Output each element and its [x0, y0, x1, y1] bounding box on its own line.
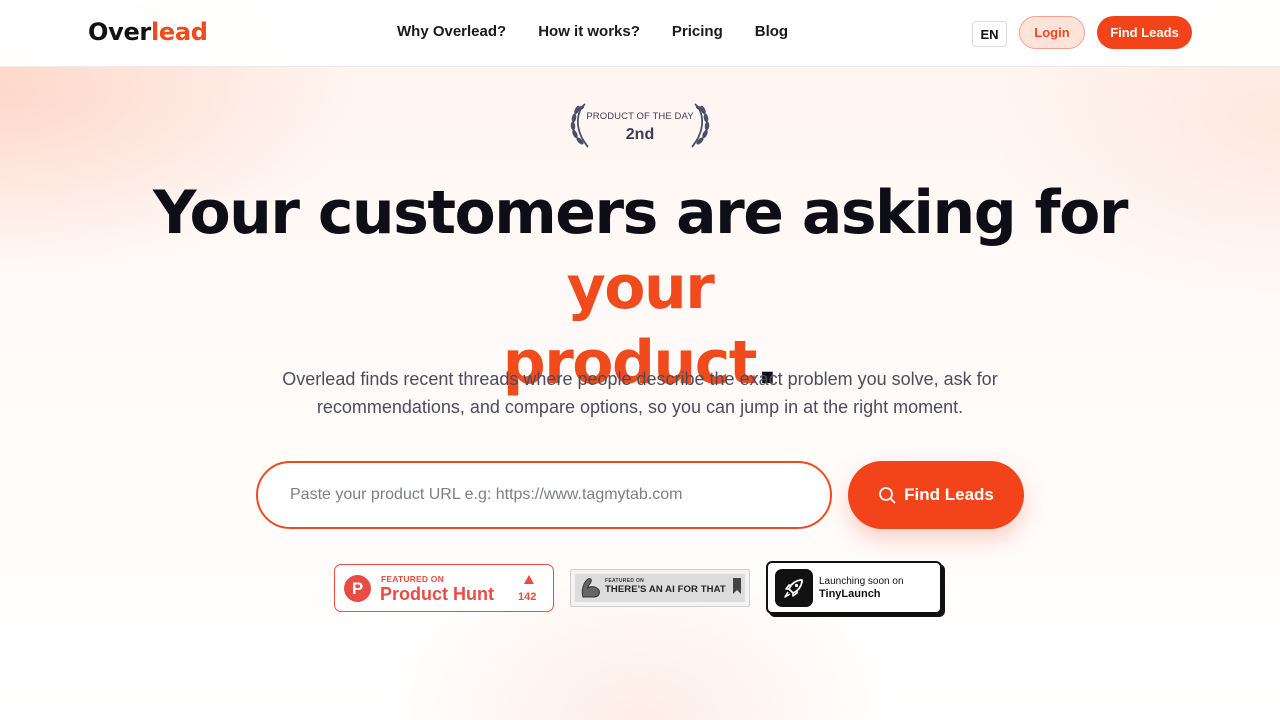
nav-link-how-it-works[interactable]: How it works?: [538, 23, 640, 40]
language-selector[interactable]: EN: [972, 21, 1007, 47]
aift-name: THERE'S AN AI FOR THAT: [605, 584, 726, 595]
header-find-leads-button[interactable]: Find Leads: [1097, 16, 1192, 49]
logo-text-lead: lead: [150, 18, 208, 46]
bicep-icon: [581, 578, 600, 598]
producthunt-badge[interactable]: P FEATURED ON Product Hunt 142: [334, 564, 554, 612]
login-button[interactable]: Login: [1019, 16, 1085, 49]
product-of-the-day-award: PRODUCT OF THE DAY 2nd: [568, 100, 712, 152]
nav-link-pricing[interactable]: Pricing: [672, 23, 723, 40]
nav-link-why-overlead[interactable]: Why Overlead?: [397, 23, 506, 40]
producthunt-upvote-count: 142: [518, 591, 537, 603]
search-icon: [879, 487, 896, 504]
nav-link-blog[interactable]: Blog: [755, 23, 788, 40]
find-leads-button-label: Find Leads: [904, 485, 994, 504]
logo[interactable]: Overlead: [88, 18, 208, 46]
bookmark-icon: [733, 578, 741, 594]
tinylaunch-eyebrow: Launching soon on: [819, 576, 904, 587]
tinylaunch-logo: [775, 569, 813, 607]
tinylaunch-badge[interactable]: Launching soon on TinyLaunch: [766, 561, 942, 614]
upvote-triangle-icon: [524, 575, 534, 584]
hero-text-highlight-your: your: [566, 253, 715, 323]
tinylaunch-name: TinyLaunch: [819, 588, 881, 600]
top-navbar: Overlead Why Overlead? How it works? Pri…: [0, 0, 1280, 67]
theres-an-ai-for-that-badge[interactable]: FEATURED ON THERE'S AN AI FOR THAT: [570, 569, 750, 607]
product-url-search-box: [256, 461, 832, 529]
hero-text-plain: Your customers are asking for: [153, 178, 1128, 248]
logo-text-over: Over: [88, 18, 151, 46]
hero-description: Overlead finds recent threads where peop…: [282, 369, 998, 417]
producthunt-name: Product Hunt: [380, 584, 494, 604]
product-url-input[interactable]: [290, 486, 830, 504]
producthunt-logo-icon: P: [344, 575, 371, 602]
rocket-icon: [784, 579, 803, 598]
producthunt-eyebrow: FEATURED ON: [381, 574, 444, 584]
find-leads-button[interactable]: Find Leads: [848, 461, 1024, 529]
award-rank: 2nd: [625, 126, 655, 143]
award-label: PRODUCT OF THE DAY: [586, 111, 694, 122]
main-nav: Why Overlead? How it works? Pricing Blog: [397, 23, 788, 40]
